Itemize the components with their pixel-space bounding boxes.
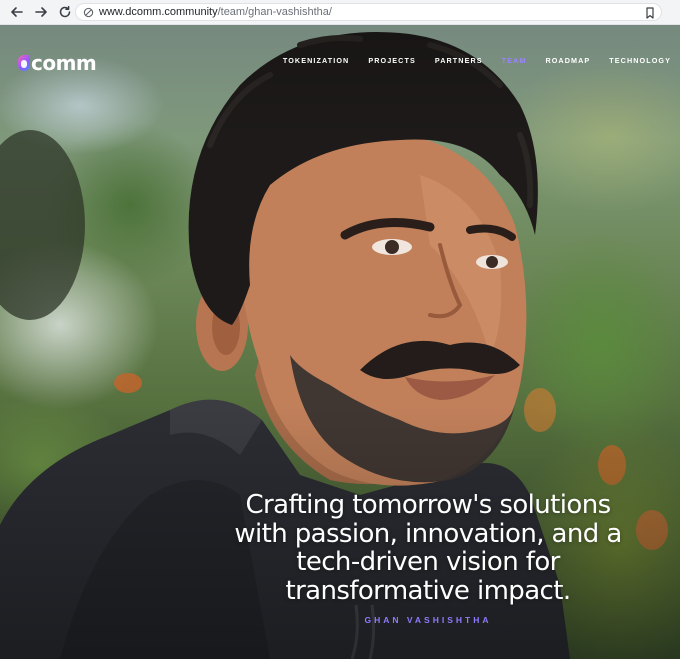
bookmark-icon[interactable] — [645, 6, 655, 24]
nav-item-tokenization[interactable]: TOKENIZATION — [283, 56, 349, 65]
reload-button[interactable] — [54, 1, 76, 23]
hero-quote: Crafting tomorrow's solutions with passi… — [234, 490, 622, 606]
forward-button[interactable] — [30, 1, 52, 23]
nav-item-roadmap[interactable]: ROADMAP — [545, 56, 590, 65]
dcomm-logo[interactable]: comm — [18, 51, 97, 75]
url-text: www.dcomm.community/team/ghan-vashishtha… — [99, 6, 332, 18]
logo-text: comm — [31, 51, 97, 75]
browser-toolbar: www.dcomm.community/team/ghan-vashishtha… — [0, 0, 680, 25]
quote-author: GHAN VASHISHTHA — [364, 615, 492, 625]
site-info-icon[interactable] — [80, 7, 96, 18]
reload-icon — [59, 5, 71, 18]
hero-section: comm TOKENIZATION PROJECTS PARTNERS TEAM… — [0, 25, 680, 659]
main-nav: TOKENIZATION PROJECTS PARTNERS TEAM ROAD… — [283, 56, 671, 65]
arrow-left-icon — [11, 7, 23, 17]
back-button[interactable] — [6, 1, 28, 23]
nav-item-projects[interactable]: PROJECTS — [368, 56, 416, 65]
url-path: /team/ghan-vashishtha/ — [217, 6, 332, 18]
url-host: www.dcomm.community — [99, 6, 218, 18]
nav-item-partners[interactable]: PARTNERS — [435, 56, 483, 65]
dcomm-logo-mark — [18, 55, 30, 71]
nav-item-team[interactable]: TEAM — [502, 56, 527, 65]
nav-item-technology[interactable]: TECHNOLOGY — [609, 56, 671, 65]
arrow-right-icon — [35, 7, 47, 17]
address-bar[interactable]: www.dcomm.community/team/ghan-vashishtha… — [75, 3, 662, 21]
